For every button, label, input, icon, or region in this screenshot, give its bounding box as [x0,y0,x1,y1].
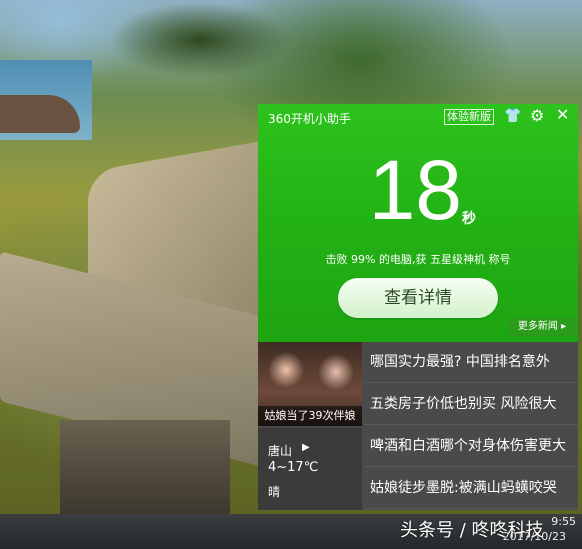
wallpaper-bench-legs [60,420,230,514]
more-news-label: 更多新闻 [517,321,558,332]
weather-city[interactable]: 唐山 [268,442,292,459]
more-news-button[interactable]: 更多新闻 ▸ [508,318,576,336]
boot-time-value: 18 [368,143,462,237]
news-photo[interactable]: 姑娘当了39次伴娘 [258,342,362,426]
weather-condition: 晴 [268,485,281,499]
try-new-version-button[interactable]: 体验新版 [444,109,494,125]
news-item[interactable]: 哪国实力最强? 中国排名意外 [364,342,578,383]
news-item[interactable]: 姑娘徒步墨脱:被满山蚂蟥咬哭 [364,468,578,509]
gear-icon[interactable]: ⚙ [530,106,544,125]
panel-title: 360开机小助手 [268,112,351,126]
news-item[interactable]: 五类房子价低也别买 风险很大 [364,384,578,425]
close-icon[interactable]: ✕ [556,105,569,124]
shirt-icon[interactable]: 👕 [504,108,521,124]
chevron-right-icon: ▸ [561,321,567,332]
watermark-text: 头条号 / 咚咚科技 [400,520,544,541]
boot-assistant-panel: 360开机小助手 体验新版 👕 ⚙ ✕ 18 秒 击败 99% 的电脑,获 五星… [258,104,578,510]
photo-caption[interactable]: 姑娘当了39次伴娘 [258,406,362,426]
boot-summary-area: 360开机小助手 体验新版 👕 ⚙ ✕ 18 秒 击败 99% 的电脑,获 五星… [258,104,578,342]
news-item[interactable]: 啤酒和白酒哪个对身体伤害更大 [364,426,578,467]
view-details-button[interactable]: 查看详情 [338,278,498,318]
triangle-right-icon[interactable]: ▶ [302,442,310,453]
news-area: 姑娘当了39次伴娘 唐山 ▶ 4~17℃ 晴 哪国实力最强? 中国排名意外 五类… [258,342,578,510]
boot-rank-summary: 击败 99% 的电脑,获 五星级神机 称号 [325,253,511,266]
boot-time-unit: 秒 [462,211,476,227]
wallpaper-tree [70,0,330,120]
weather-widget[interactable]: 唐山 ▶ 4~17℃ 晴 [258,428,362,510]
weather-temperature: 4~17℃ [268,460,319,475]
